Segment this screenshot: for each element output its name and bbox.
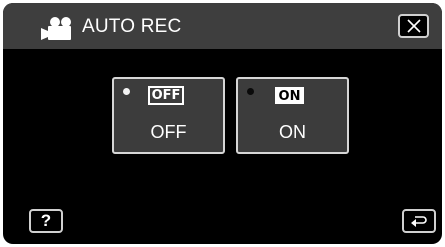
selected-indicator (123, 88, 130, 95)
help-button[interactable]: ? (29, 209, 63, 233)
option-off-label: OFF (150, 122, 187, 142)
unselected-indicator (247, 88, 254, 95)
movie-camera-icon (41, 17, 71, 40)
option-on-button[interactable]: ON ON (236, 77, 349, 154)
option-on-label: ON (279, 122, 306, 142)
menu-header: AUTO REC (3, 3, 442, 49)
back-button[interactable] (402, 209, 436, 233)
page-title: AUTO REC (82, 16, 182, 37)
close-icon (407, 19, 421, 33)
option-off-button[interactable]: OFF OFF (112, 77, 225, 154)
camera-menu-screen: AUTO REC OFF OFF ON ON ? (3, 3, 442, 244)
on-badge: ON (275, 87, 304, 104)
off-badge: OFF (151, 88, 181, 103)
close-button[interactable] (398, 14, 429, 38)
return-arrow-icon (411, 216, 427, 227)
